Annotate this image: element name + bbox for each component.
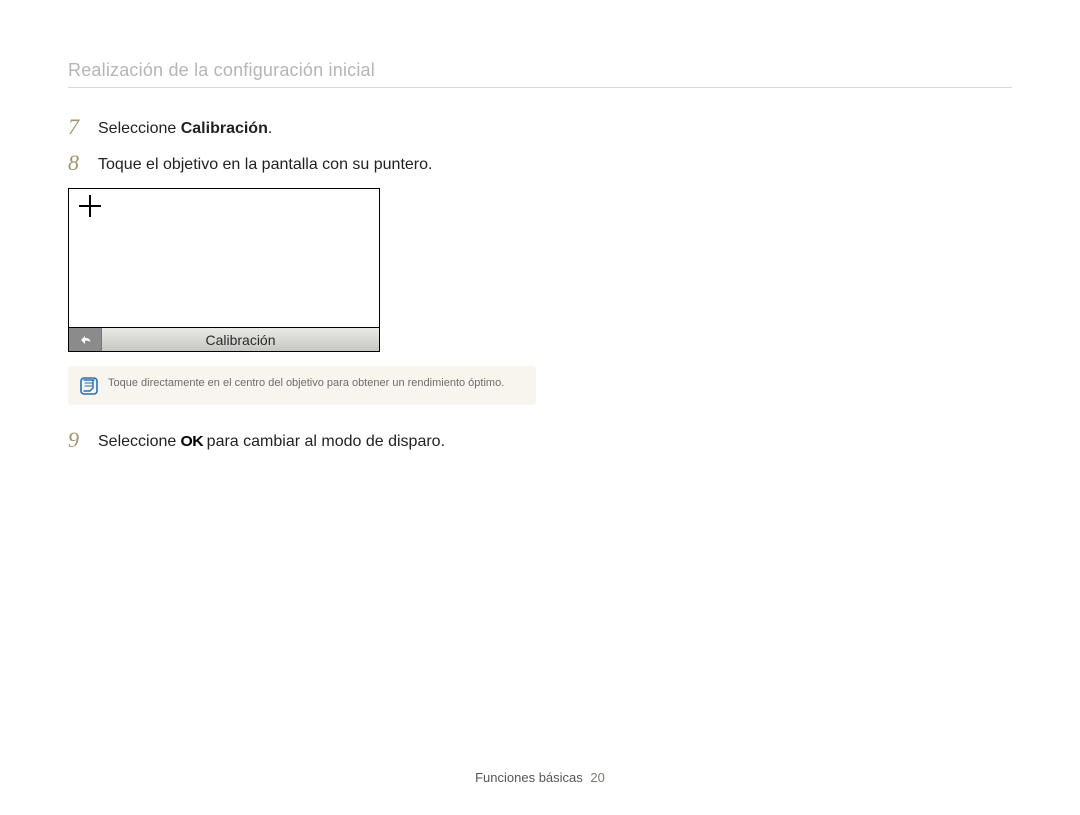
back-icon	[77, 333, 93, 347]
footer-page-number: 20	[590, 770, 604, 785]
step-list: 7 Seleccione Calibración. 8 Toque el obj…	[68, 116, 548, 453]
calibration-bar-label: Calibración	[102, 328, 379, 351]
step-7-pre: Seleccione	[98, 120, 181, 137]
step-text: Seleccione OK para cambiar al modo de di…	[98, 429, 445, 453]
page-header: Realización de la configuración inicial	[68, 60, 1012, 81]
footer-section: Funciones básicas	[475, 770, 583, 785]
note-icon	[80, 377, 98, 395]
ok-icon: OK	[180, 431, 203, 453]
step-9-pre: Seleccione	[98, 433, 181, 450]
step-number: 9	[68, 429, 92, 451]
step-text: Toque el objetivo en la pantalla con su …	[98, 152, 432, 176]
step-9-post: para cambiar al modo de disparo.	[202, 433, 445, 450]
step-number: 7	[68, 116, 92, 138]
step-7-bold: Calibración	[181, 120, 268, 137]
step-text: Seleccione Calibración.	[98, 116, 272, 140]
back-button[interactable]	[69, 328, 102, 351]
calibration-screen	[68, 188, 380, 328]
calibration-target-icon	[79, 195, 101, 217]
page-footer: Funciones básicas 20	[0, 770, 1080, 785]
step-7: 7 Seleccione Calibración.	[68, 116, 548, 140]
manual-page: Realización de la configuración inicial …	[0, 0, 1080, 815]
step-7-post: .	[268, 120, 272, 137]
calibration-figure: Calibración	[68, 188, 380, 352]
note-text: Toque directamente en el centro del obje…	[108, 376, 504, 390]
calibration-bottom-bar: Calibración	[68, 328, 380, 352]
header-divider	[68, 87, 1012, 88]
step-8: 8 Toque el objetivo en la pantalla con s…	[68, 152, 548, 176]
step-number: 8	[68, 152, 92, 174]
note-box: Toque directamente en el centro del obje…	[68, 366, 536, 405]
step-9: 9 Seleccione OK para cambiar al modo de …	[68, 429, 548, 453]
